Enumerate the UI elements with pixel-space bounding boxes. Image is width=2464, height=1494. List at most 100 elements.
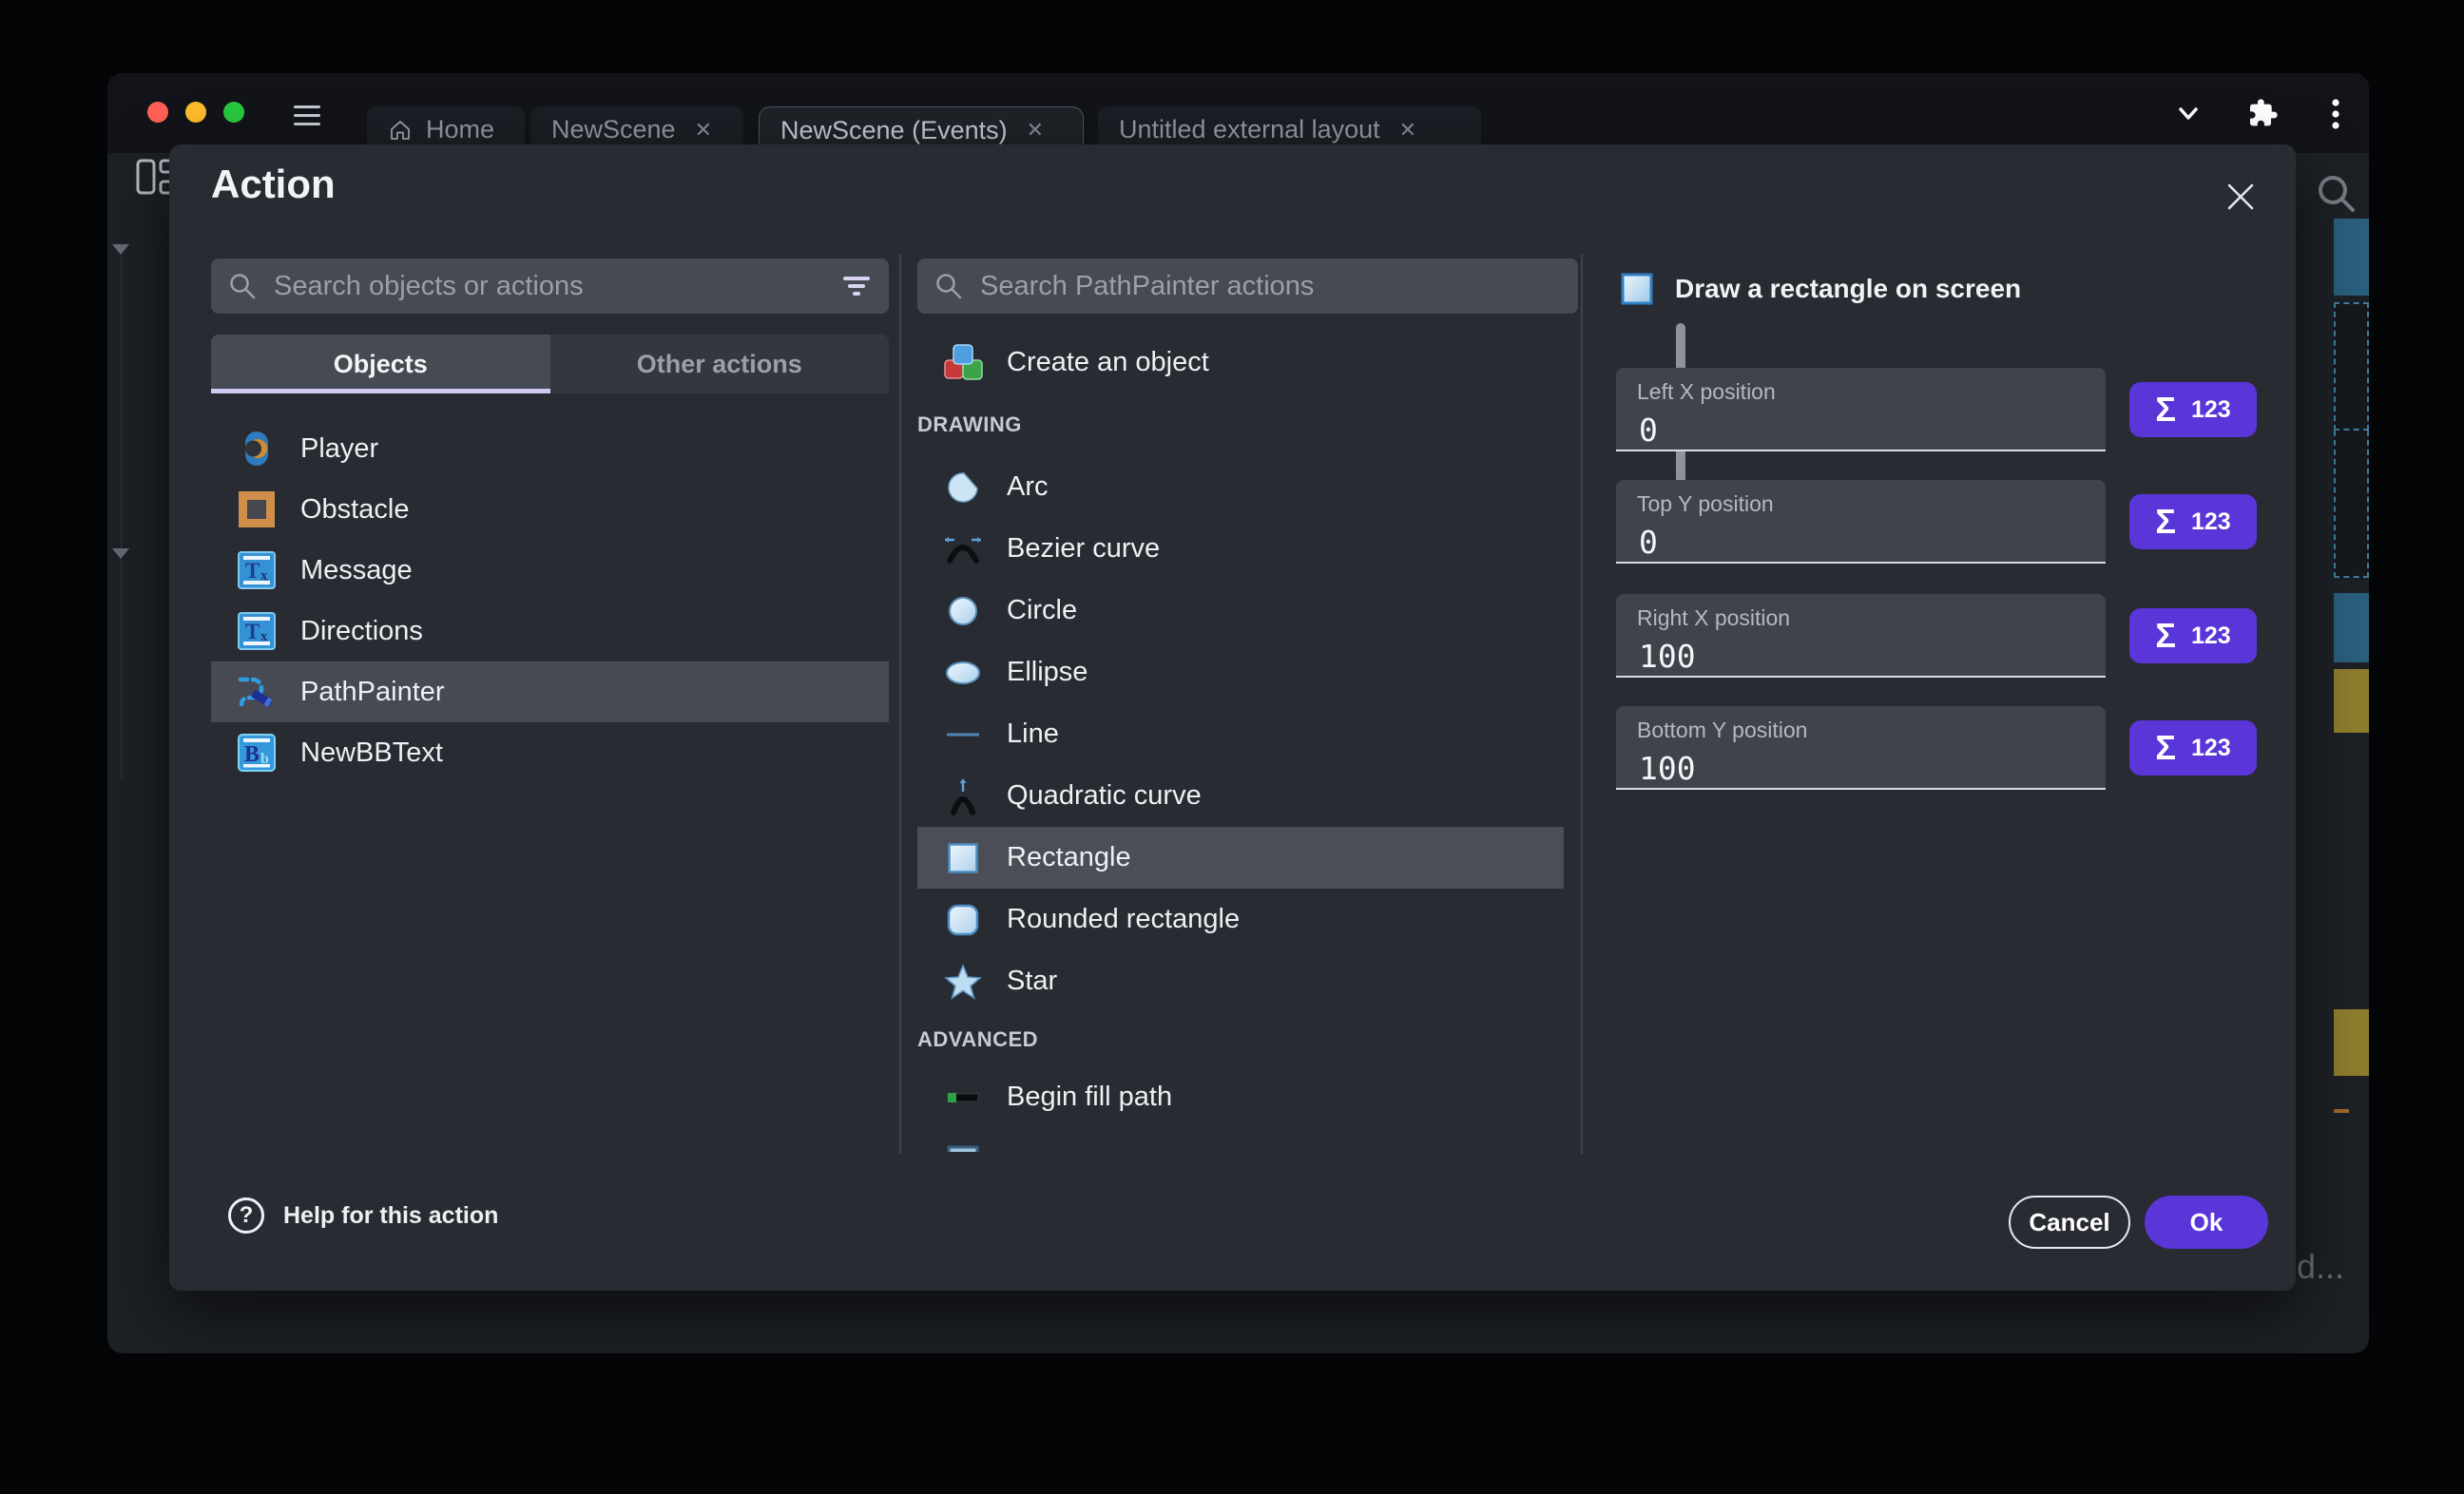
list-item-selected[interactable]: PathPainter (211, 661, 889, 722)
begin-fill-icon (942, 1086, 984, 1109)
list-item-partial[interactable] (917, 1128, 1564, 1152)
tree-expand-arrow[interactable] (112, 548, 129, 559)
svg-text:b: b (260, 751, 269, 767)
traffic-light-close[interactable] (147, 102, 168, 123)
rectangle-icon (1620, 272, 1654, 306)
tab-objects[interactable]: Objects (211, 335, 550, 393)
clipped-icon (942, 1143, 984, 1153)
numbers-123-icon: 123 (2191, 396, 2231, 424)
object-label: PathPainter (300, 677, 445, 708)
create-object-icon (942, 343, 984, 383)
tab-label: Home (426, 115, 494, 144)
list-item[interactable]: B b NewBBText (211, 722, 889, 783)
extensions-puzzle-icon[interactable] (2248, 98, 2279, 128)
list-item[interactable]: Bezier curve (917, 518, 1564, 580)
event-block-teal (2334, 593, 2369, 662)
expression-editor-button[interactable]: Σ 123 (2129, 720, 2257, 776)
search-icon (934, 272, 963, 300)
field-left-x: Left X position (1616, 368, 2106, 451)
svg-text:x: x (260, 568, 268, 584)
object-label: Obstacle (300, 494, 409, 526)
action-label: Line (1007, 718, 1059, 750)
action-label: Rounded rectangle (1007, 904, 1240, 935)
field-bottom-y-input[interactable] (1637, 749, 2089, 788)
text-object-icon: T x (236, 551, 278, 589)
kebab-menu-icon[interactable] (2330, 98, 2341, 130)
action-label: Star (1007, 966, 1057, 997)
list-item-selected[interactable]: Rectangle (917, 827, 1564, 889)
chevron-down-icon[interactable] (2172, 102, 2204, 126)
numbers-123-icon: 123 (2191, 622, 2231, 650)
traffic-light-zoom[interactable] (223, 102, 244, 123)
actions-search (917, 259, 1578, 314)
path-painter-icon (236, 673, 278, 711)
expression-editor-button[interactable]: Σ 123 (2129, 494, 2257, 549)
traffic-light-minimize[interactable] (185, 102, 206, 123)
sigma-icon: Σ (2155, 505, 2176, 539)
list-item[interactable]: Ellipse (917, 642, 1564, 703)
dialog-close-icon[interactable] (2223, 179, 2259, 215)
action-setting-title: Draw a rectangle on screen (1675, 274, 2021, 304)
list-item[interactable]: Quadratic curve (917, 765, 1564, 827)
tab-close-icon[interactable]: ✕ (695, 118, 712, 143)
action-label: Ellipse (1007, 657, 1088, 688)
action-dialog: Action Objects Other a (169, 144, 2296, 1291)
list-item[interactable]: Line (917, 703, 1564, 765)
field-label: Left X position (1637, 379, 2085, 405)
line-icon (942, 729, 984, 740)
app-window: Home NewScene ✕ NewScene (Events) ✕ Unti… (107, 73, 2369, 1353)
actions-search-input[interactable] (978, 270, 1561, 303)
sigma-icon: Σ (2155, 393, 2176, 427)
list-item[interactable]: Begin fill path (917, 1066, 1564, 1128)
filter-icon[interactable] (841, 274, 872, 298)
expression-editor-button[interactable]: Σ 123 (2129, 382, 2257, 437)
object-label: Player (300, 433, 378, 465)
field-left-x-input[interactable] (1637, 411, 2089, 450)
sigma-icon: Σ (2155, 731, 2176, 765)
field-right-x-input[interactable] (1637, 637, 2089, 676)
action-label: Quadratic curve (1007, 780, 1202, 812)
numbers-123-icon: 123 (2191, 735, 2231, 762)
star-icon (942, 964, 984, 1000)
tab-label: NewScene (551, 115, 676, 144)
list-item[interactable]: Star (917, 950, 1564, 1012)
expression-editor-button[interactable]: Σ 123 (2129, 608, 2257, 663)
field-label: Top Y position (1637, 491, 2085, 517)
sigma-icon: Σ (2155, 619, 2176, 653)
objects-search-input[interactable] (272, 270, 826, 303)
cancel-button[interactable]: Cancel (2009, 1196, 2130, 1249)
arc-icon (942, 469, 984, 506)
tab-close-icon[interactable]: ✕ (1399, 118, 1416, 143)
list-item[interactable]: Circle (917, 580, 1564, 642)
field-right-x: Right X position (1616, 594, 2106, 678)
action-label: Create an object (1007, 347, 1209, 378)
list-item[interactable]: Rounded rectangle (917, 889, 1564, 950)
svg-text:B: B (244, 742, 260, 767)
tab-other-actions[interactable]: Other actions (550, 335, 890, 393)
list-item[interactable]: T x Directions (211, 601, 889, 661)
list-item[interactable]: T x Message (211, 540, 889, 601)
field-top-y-input[interactable] (1637, 523, 2089, 562)
tree-expand-arrow[interactable] (112, 244, 129, 255)
menu-hamburger-icon[interactable] (294, 100, 320, 131)
list-item[interactable]: Create an object (917, 332, 1564, 393)
bezier-icon (942, 532, 984, 566)
list-item[interactable]: Player (211, 418, 889, 479)
action-label: Arc (1007, 471, 1049, 503)
truncated-background-text: d... (2297, 1247, 2344, 1287)
event-block-yellow (2334, 1009, 2369, 1076)
tab-label: Untitled external layout (1119, 115, 1380, 144)
event-block-teal (2334, 219, 2369, 296)
field-bottom-y: Bottom Y position (1616, 706, 2106, 790)
list-item[interactable]: Arc (917, 456, 1564, 518)
svg-text:x: x (260, 629, 268, 644)
list-item[interactable]: Obstacle (211, 479, 889, 540)
text-object-icon: T x (236, 612, 278, 650)
help-link[interactable]: ? Help for this action (228, 1197, 498, 1234)
field-label: Bottom Y position (1637, 718, 2085, 743)
event-block-orange-dash (2334, 1109, 2349, 1113)
ok-button[interactable]: Ok (2145, 1196, 2268, 1249)
field-label: Right X position (1637, 605, 2085, 631)
tab-close-icon[interactable]: ✕ (1027, 118, 1044, 143)
search-icon[interactable] (2315, 172, 2358, 216)
